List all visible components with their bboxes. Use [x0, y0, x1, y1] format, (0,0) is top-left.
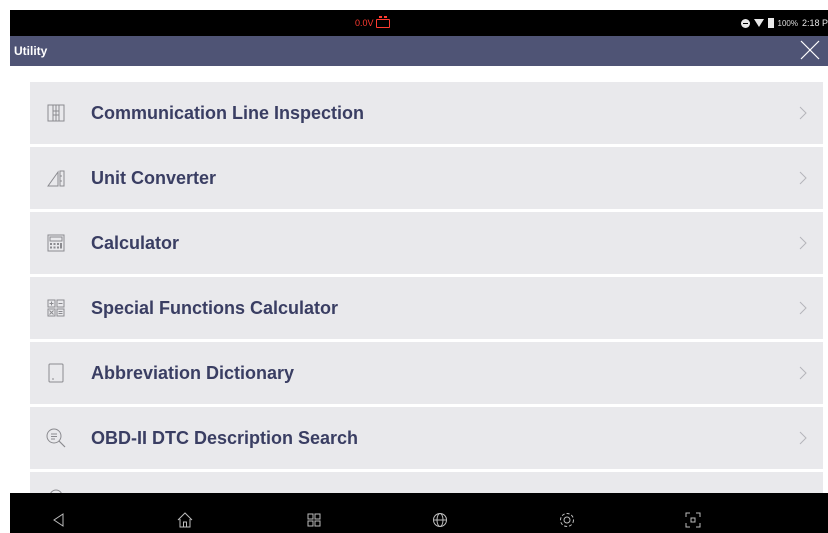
communication-line-icon	[45, 102, 67, 124]
battery-icon	[767, 18, 774, 28]
browser-icon[interactable]	[431, 511, 449, 529]
home-icon[interactable]	[176, 511, 194, 529]
partial-item-icon	[45, 480, 67, 493]
page-margin-left	[0, 0, 10, 533]
wifi-icon	[753, 19, 764, 27]
list-item-label: Unit Converter	[91, 167, 217, 188]
close-icon	[800, 40, 820, 60]
car-battery-icon	[375, 15, 390, 28]
utility-list: Communication Line Inspection Unit Conve…	[30, 82, 823, 493]
list-item-unit-converter[interactable]: Unit Converter	[30, 147, 823, 209]
list-item-communication-line-inspection[interactable]: Communication Line Inspection	[30, 82, 823, 144]
list-item-calculator[interactable]: Calculator	[30, 212, 823, 274]
list-item-label: Special Functions Calculator	[91, 297, 339, 318]
list-item-label: Calculator	[91, 232, 180, 253]
voltage-indicator: 0.0V	[355, 15, 390, 28]
list-item-label: Communication Line Inspection	[91, 102, 365, 123]
list-item-label: Abbreviation Dictionary	[91, 362, 295, 383]
tablet-icon	[45, 362, 67, 384]
do-not-disturb-icon	[740, 18, 750, 28]
chevron-right-icon	[799, 236, 807, 250]
list-item-abbreviation-dictionary[interactable]: Abbreviation Dictionary	[30, 342, 823, 404]
chevron-right-icon	[799, 366, 807, 380]
calculator-icon	[45, 232, 67, 254]
recent-apps-icon[interactable]	[305, 511, 323, 529]
page-title: Utility	[14, 44, 48, 58]
chevron-right-icon	[799, 431, 807, 445]
title-bar: Utility	[10, 36, 828, 66]
page-margin-top	[0, 0, 828, 10]
system-status: 100% 2:18 P	[740, 18, 828, 28]
back-icon[interactable]	[50, 511, 68, 529]
list-item-label: OBD-II DTC Description Search	[91, 427, 359, 448]
chevron-right-icon	[799, 106, 807, 120]
special-functions-icon	[45, 297, 67, 319]
list-item-obd-ii-dtc-search[interactable]: OBD-II DTC Description Search	[30, 407, 823, 469]
chevron-right-icon	[799, 171, 807, 185]
list-item-special-functions-calculator[interactable]: Special Functions Calculator	[30, 277, 823, 339]
close-button[interactable]	[798, 38, 822, 62]
screenshot-icon[interactable]	[684, 511, 702, 529]
search-icon	[45, 427, 67, 449]
battery-percent: 100%	[777, 18, 798, 28]
voltage-value: 0.0V	[355, 18, 374, 28]
list-item-partial[interactable]	[30, 472, 823, 493]
navigation-bar	[10, 507, 828, 533]
device-screen: 0.0V 100% 2:18 P Utility Communication L…	[10, 10, 828, 533]
status-bar: 0.0V 100% 2:18 P	[10, 10, 828, 36]
chevron-right-icon	[799, 301, 807, 315]
settings-icon[interactable]	[558, 511, 576, 529]
clock: 2:18 P	[801, 18, 828, 28]
unit-converter-icon	[45, 167, 67, 189]
utility-list-panel: Communication Line Inspection Unit Conve…	[10, 66, 828, 493]
